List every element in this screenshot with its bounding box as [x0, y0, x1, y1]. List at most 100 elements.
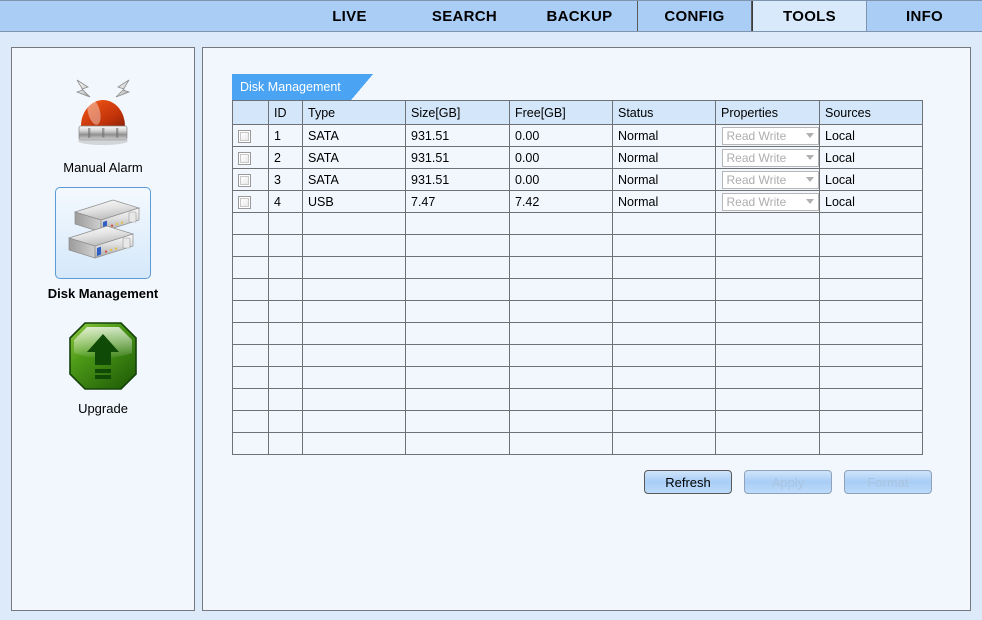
- button-label: Apply: [771, 474, 805, 490]
- cell-status: Normal: [612, 124, 716, 147]
- cell-empty: [612, 432, 716, 455]
- chevron-down-icon: [802, 177, 818, 182]
- table-row-empty[interactable]: [232, 388, 923, 411]
- cell-empty: [509, 322, 613, 345]
- cell-type: SATA: [302, 124, 406, 147]
- table-row-empty[interactable]: [232, 212, 923, 235]
- table-row[interactable]: 1 SATA 931.51 0.00 Normal Read Write Local: [232, 124, 923, 147]
- table-row[interactable]: 3 SATA 931.51 0.00 Normal Read Write Local: [232, 168, 923, 191]
- cell-empty: [302, 410, 406, 433]
- cell-properties[interactable]: Read Write: [715, 168, 820, 191]
- cell-empty: [405, 322, 510, 345]
- column-header-free: Free[GB]: [509, 100, 613, 125]
- cell-id: 4: [268, 190, 303, 213]
- format-button: Format: [844, 470, 932, 494]
- cell-empty: [715, 366, 820, 389]
- cell-empty: [612, 344, 716, 367]
- cell-empty: [819, 344, 923, 367]
- nav-tab-label: BACKUP: [546, 7, 613, 25]
- cell-empty: [405, 432, 510, 455]
- cell-empty: [819, 366, 923, 389]
- row-checkbox[interactable]: [238, 151, 251, 165]
- sidebar-item-disk-management[interactable]: Disk Management: [12, 175, 194, 301]
- cell-properties[interactable]: Read Write: [715, 124, 820, 147]
- disk-icon-selection-box: [55, 187, 151, 279]
- cell-id: 3: [268, 168, 303, 191]
- row-checkbox[interactable]: [238, 129, 251, 143]
- column-header-select: [232, 100, 269, 125]
- nav-tab-search[interactable]: SEARCH: [407, 1, 522, 31]
- cell-empty: [612, 410, 716, 433]
- chevron-down-icon: [802, 199, 818, 204]
- table-row-empty[interactable]: [232, 410, 923, 433]
- sidebar-item-upgrade[interactable]: Upgrade: [12, 301, 194, 416]
- refresh-button[interactable]: Refresh: [644, 470, 732, 494]
- properties-dropdown-value: Read Write: [726, 172, 787, 187]
- cell-sources: Local: [819, 190, 923, 213]
- cell-empty: [405, 234, 510, 257]
- properties-dropdown[interactable]: Read Write: [721, 170, 819, 189]
- properties-dropdown[interactable]: Read Write: [721, 126, 819, 145]
- table-row[interactable]: 2 SATA 931.51 0.00 Normal Read Write Local: [232, 146, 923, 169]
- cell-empty: [232, 278, 269, 301]
- cell-empty: [232, 300, 269, 323]
- column-header-id: ID: [268, 100, 303, 125]
- cell-empty: [819, 212, 923, 235]
- table-row-empty[interactable]: [232, 432, 923, 455]
- properties-dropdown[interactable]: Read Write: [721, 192, 819, 211]
- button-label: Refresh: [665, 474, 711, 490]
- cell-empty: [302, 234, 406, 257]
- cell-empty: [715, 300, 820, 323]
- nav-tab-backup[interactable]: BACKUP: [522, 1, 637, 31]
- sidebar-item-label: Disk Management: [47, 286, 159, 301]
- nav-tab-live[interactable]: LIVE: [292, 1, 407, 31]
- table-row-empty[interactable]: [232, 366, 923, 389]
- table-row-empty[interactable]: [232, 322, 923, 345]
- nav-tab-label: CONFIG: [664, 7, 725, 25]
- row-select-cell[interactable]: [232, 168, 269, 191]
- sidebar-item-manual-alarm[interactable]: Manual Alarm: [12, 48, 194, 175]
- cell-empty: [509, 344, 613, 367]
- nav-tab-info[interactable]: INFO: [867, 1, 982, 31]
- table-row-empty[interactable]: [232, 256, 923, 279]
- cell-id: 1: [268, 124, 303, 147]
- cell-empty: [405, 212, 510, 235]
- properties-dropdown[interactable]: Read Write: [721, 148, 819, 167]
- cell-free: 0.00: [509, 146, 613, 169]
- cell-properties[interactable]: Read Write: [715, 190, 820, 213]
- table-row-empty[interactable]: [232, 278, 923, 301]
- table-row-empty[interactable]: [232, 234, 923, 257]
- cell-type: SATA: [302, 168, 406, 191]
- row-checkbox[interactable]: [238, 195, 251, 209]
- cell-empty: [715, 322, 820, 345]
- nav-tab-tools[interactable]: TOOLS: [752, 1, 867, 31]
- table-row-empty[interactable]: [232, 344, 923, 367]
- table-row-empty[interactable]: [232, 300, 923, 323]
- cell-empty: [232, 322, 269, 345]
- tools-sidebar-panel: Manual Alarm Disk Management Upgrade: [11, 47, 195, 611]
- cell-empty: [232, 388, 269, 411]
- cell-empty: [405, 388, 510, 411]
- row-select-cell[interactable]: [232, 146, 269, 169]
- cell-empty: [268, 300, 303, 323]
- cell-empty: [509, 212, 613, 235]
- nav-tab-config[interactable]: CONFIG: [637, 1, 752, 31]
- row-checkbox[interactable]: [238, 173, 251, 187]
- section-tab-disk-management[interactable]: Disk Management: [232, 74, 373, 100]
- chevron-down-icon: [802, 133, 818, 138]
- nav-tab-label: SEARCH: [431, 7, 498, 25]
- cell-empty: [715, 410, 820, 433]
- cell-empty: [612, 256, 716, 279]
- cell-empty: [268, 322, 303, 345]
- row-select-cell[interactable]: [232, 124, 269, 147]
- cell-empty: [819, 388, 923, 411]
- cell-empty: [819, 278, 923, 301]
- cell-free: 0.00: [509, 168, 613, 191]
- nav-tab-label: TOOLS: [783, 7, 836, 25]
- cell-id: 2: [268, 146, 303, 169]
- cell-empty: [232, 410, 269, 433]
- row-select-cell[interactable]: [232, 190, 269, 213]
- cell-properties[interactable]: Read Write: [715, 146, 820, 169]
- table-row[interactable]: 4 USB 7.47 7.42 Normal Read Write Local: [232, 190, 923, 213]
- disk-table: ID Type Size[GB] Free[GB] Status Propert…: [232, 100, 923, 455]
